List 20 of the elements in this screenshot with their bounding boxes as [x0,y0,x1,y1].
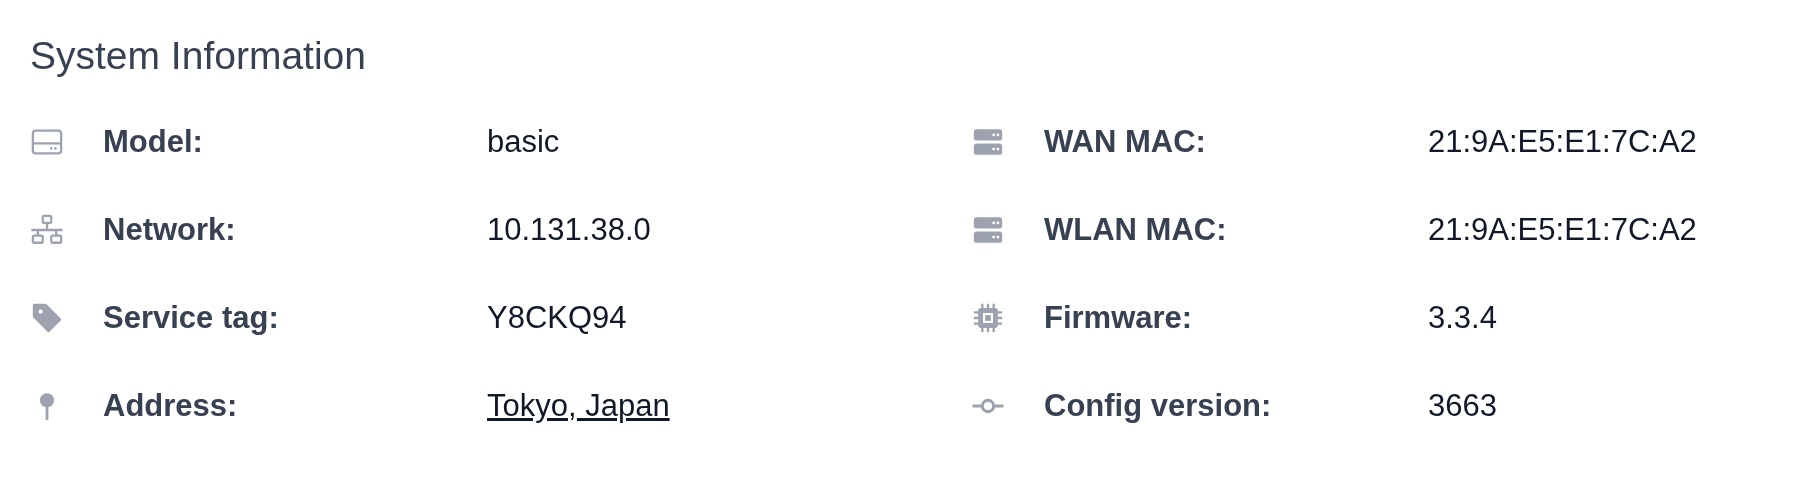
field-label: WLAN MAC: [1044,210,1228,249]
field-value: Y8CKQ94 [487,298,627,337]
field-value: 3.3.4 [1428,298,1497,337]
field-label: Network: [103,210,237,249]
field-label: Model: [103,122,204,161]
field-value: 21:9A:E5:E1:7C:A2 [1428,122,1697,161]
chip-icon [971,301,1005,335]
address-link[interactable]: Tokyo, Japan [487,382,670,430]
field-value: basic [487,122,560,161]
field-value: 10.131.38.0 [487,210,651,249]
section-title: System Information [30,34,367,78]
field-value: 3663 [1428,386,1497,425]
field-label: WAN MAC: [1044,122,1207,161]
field-label: Service tag: [103,298,280,337]
tag-icon [30,301,64,335]
field-label: Firmware: [1044,298,1194,337]
field-label: Config version: [1044,386,1273,425]
network-icon [30,213,64,247]
field-label: Address: [103,386,239,425]
field-value: 21:9A:E5:E1:7C:A2 [1428,210,1697,249]
